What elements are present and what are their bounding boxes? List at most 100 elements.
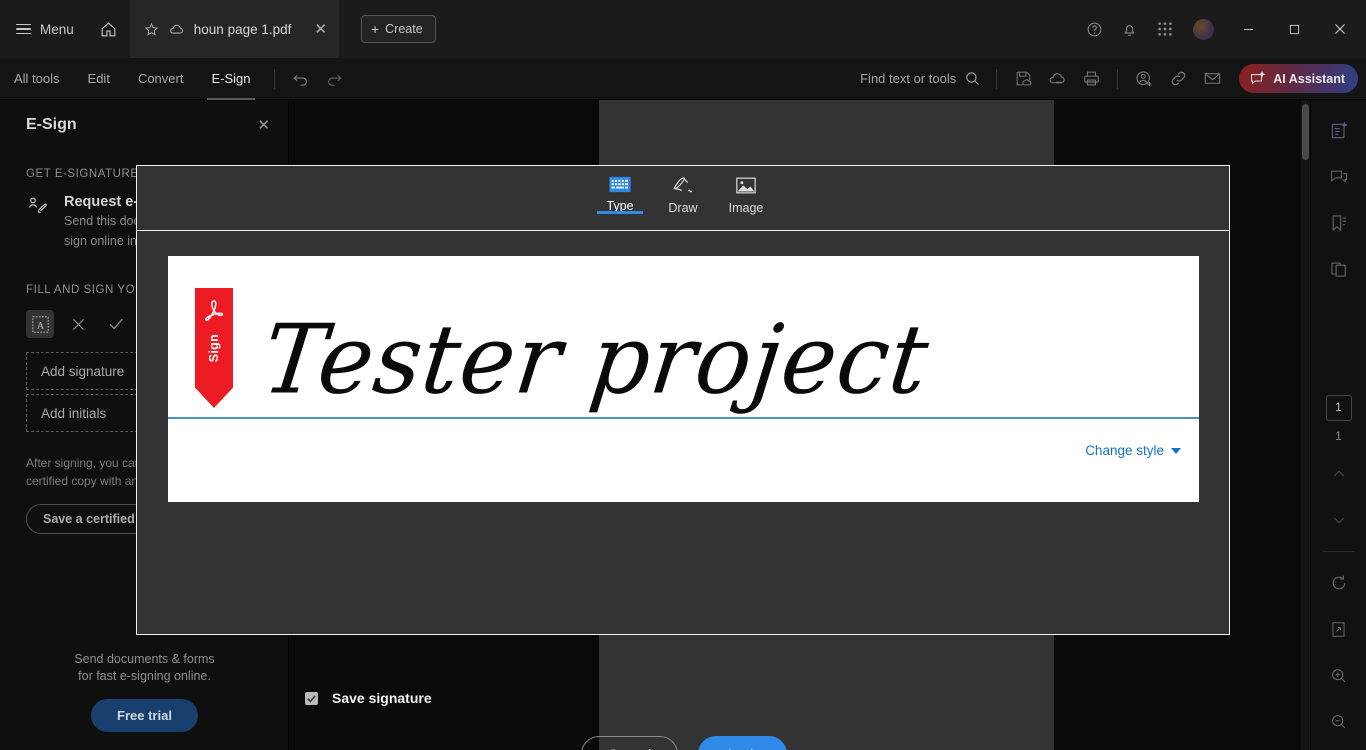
tab-close-button[interactable]: ✕ — [300, 22, 327, 37]
check-mark-tool[interactable] — [102, 310, 130, 338]
vertical-scrollbar-thumb[interactable] — [1302, 104, 1309, 160]
home-button[interactable] — [88, 10, 130, 48]
cross-mark-tool[interactable] — [64, 310, 92, 338]
undo-button[interactable] — [284, 64, 318, 94]
add-text-tool[interactable]: A — [26, 310, 54, 338]
help-circle-icon — [1087, 22, 1102, 36]
save-signature-label[interactable]: Save signature — [332, 690, 432, 706]
tab-all-tools-label: All tools — [14, 71, 60, 86]
zoom-in-icon — [1332, 668, 1346, 682]
comments-button[interactable] — [1322, 160, 1356, 194]
find-placeholder: Find text or tools — [860, 71, 957, 86]
next-page-button[interactable] — [1322, 503, 1356, 537]
sign-ribbon: Sign — [195, 288, 233, 408]
tab-all-tools[interactable]: All tools — [0, 58, 74, 100]
star-icon[interactable] — [144, 22, 159, 37]
page-thumbnails-button[interactable] — [1322, 252, 1356, 286]
adobe-pdf-logo-icon — [205, 300, 224, 321]
title-bar-right — [1078, 0, 1366, 58]
tab-edit[interactable]: Edit — [74, 58, 124, 100]
maximize-icon — [1289, 24, 1299, 34]
search-icon[interactable] — [964, 70, 981, 87]
save-to-cloud-icon — [1016, 71, 1032, 86]
tab-draw-label: Draw — [668, 201, 698, 215]
tab-convert-label: Convert — [137, 71, 184, 86]
cloud-icon — [169, 24, 183, 34]
zoom-in-button[interactable] — [1322, 658, 1356, 692]
request-signature-icon — [28, 197, 47, 214]
minimize-button[interactable] — [1226, 0, 1270, 58]
tab-type-label: Type — [606, 199, 634, 213]
free-trial-label: Free trial — [117, 708, 172, 723]
request-title: Request e- — [64, 194, 139, 210]
cloud-sync-button[interactable] — [1040, 64, 1074, 94]
print-button[interactable] — [1074, 64, 1108, 94]
promo-line-1: Send documents & forms — [74, 652, 215, 666]
right-rail: 1 1 — [1310, 100, 1366, 750]
redo-button[interactable] — [318, 64, 352, 94]
ai-summary-button[interactable] — [1322, 114, 1356, 148]
check-icon — [307, 694, 316, 702]
ai-assistant-label: AI Assistant — [1273, 71, 1345, 86]
sidebar-title: E-Sign — [26, 116, 77, 133]
save-to-cloud-button[interactable] — [1006, 64, 1040, 94]
create-button[interactable]: + Create — [360, 15, 436, 43]
chevron-up-icon — [1333, 470, 1344, 477]
add-initials-label: Add initials — [41, 405, 107, 421]
tab-title: houn page 1.pdf — [193, 21, 292, 37]
comment-icon — [1330, 170, 1347, 183]
toolbar-divider — [273, 68, 275, 89]
save-signature-row[interactable]: Save signature — [305, 690, 432, 706]
signature-mode-tabs: Type Draw Image — [137, 166, 1229, 231]
toolbar-divider-2 — [996, 68, 998, 89]
email-icon — [1204, 73, 1220, 84]
help-button[interactable] — [1078, 13, 1111, 46]
menu-label: Menu — [40, 21, 74, 37]
svg-text:A: A — [37, 321, 44, 331]
add-person-button[interactable] — [1127, 64, 1161, 94]
keyboard-icon — [609, 176, 631, 193]
total-pages-label: 1 — [1335, 431, 1342, 443]
apply-button[interactable]: Apply — [698, 736, 788, 750]
save-signature-checkbox[interactable] — [305, 691, 318, 705]
sidebar-close-button[interactable]: ✕ — [257, 116, 270, 134]
menu-button[interactable]: Menu — [0, 10, 88, 48]
maximize-button[interactable] — [1272, 0, 1316, 58]
zoom-out-button[interactable] — [1322, 704, 1356, 738]
signature-canvas[interactable]: Sign Tester project Change style — [168, 256, 1199, 502]
fit-page-button[interactable] — [1322, 612, 1356, 646]
previous-page-button[interactable] — [1322, 457, 1356, 491]
tab-draw[interactable]: Draw — [652, 166, 714, 215]
tab-convert[interactable]: Convert — [124, 58, 198, 100]
tab-image[interactable]: Image — [715, 166, 777, 215]
link-button[interactable] — [1161, 64, 1195, 94]
request-text-block: Request e- Send this doc sign online in — [64, 194, 140, 250]
bell-icon — [1124, 24, 1135, 36]
home-icon — [101, 21, 116, 36]
avatar[interactable] — [1193, 18, 1214, 40]
request-desc-2: sign online in — [64, 234, 137, 248]
tab-esign[interactable]: E-Sign — [197, 58, 264, 100]
tab-edit-label: Edit — [87, 71, 110, 86]
ai-assistant-button[interactable]: AI Assistant — [1239, 64, 1358, 93]
rotate-button[interactable] — [1322, 566, 1356, 600]
cancel-button[interactable]: Cancel — [580, 736, 679, 750]
ai-sparkle-chat-icon — [1251, 70, 1266, 85]
notifications-button[interactable] — [1113, 13, 1146, 46]
text-box-icon: A — [31, 315, 49, 333]
email-button[interactable] — [1195, 64, 1229, 94]
find-search-box[interactable]: Find text or tools — [860, 70, 987, 87]
close-window-button[interactable] — [1318, 0, 1362, 58]
change-style-button[interactable]: Change style — [1085, 443, 1181, 458]
redo-icon — [328, 74, 342, 86]
bookmarks-button[interactable] — [1322, 206, 1356, 240]
tab-type[interactable]: Type — [589, 166, 651, 214]
apps-button[interactable] — [1148, 13, 1181, 46]
free-trial-button[interactable]: Free trial — [91, 699, 198, 732]
document-tab[interactable]: houn page 1.pdf ✕ — [129, 0, 339, 58]
vertical-scrollbar-track[interactable] — [1301, 100, 1310, 750]
signature-text[interactable]: Tester project — [253, 271, 1155, 448]
rotate-icon — [1332, 575, 1345, 590]
page-number-input[interactable]: 1 — [1325, 395, 1352, 421]
signature-dialog: Type Draw Image Sign Tester project Chan… — [136, 165, 1230, 750]
